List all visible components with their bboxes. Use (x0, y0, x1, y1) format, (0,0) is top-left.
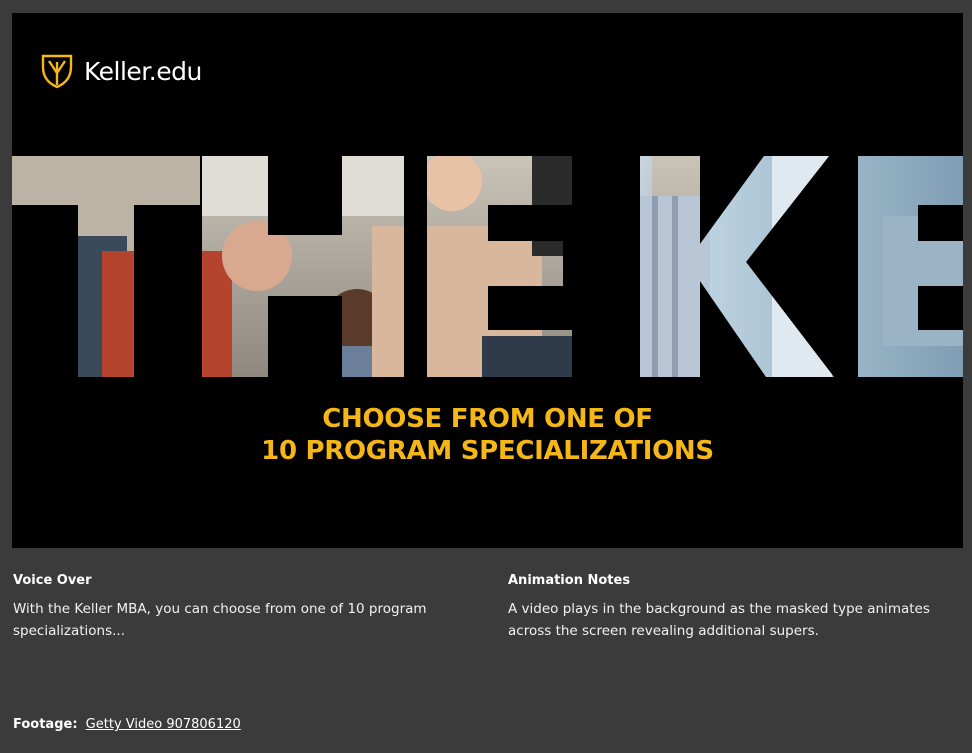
footage-credit: Footage: Getty Video 907806120 (13, 717, 241, 732)
brand-name: Keller.edu (84, 56, 202, 86)
brand-logo: Keller.edu (40, 53, 202, 89)
supers-line-2: 10 PROGRAM SPECIALIZATIONS (261, 436, 714, 466)
keller-shield-icon (40, 53, 74, 89)
voice-over-title: Voice Over (13, 573, 92, 588)
footage-label: Footage: (13, 717, 78, 732)
voice-over-section: Voice Over With the Keller MBA, you can … (13, 573, 473, 642)
video-frame: Keller.edu CHOOSE FROM ONE OF 10 PROGRAM… (12, 13, 963, 548)
animation-notes-body: A video plays in the background as the m… (508, 601, 930, 639)
animation-notes-section: Animation Notes A video plays in the bac… (508, 573, 948, 642)
footage-link[interactable]: Getty Video 907806120 (86, 717, 241, 732)
supers-text: CHOOSE FROM ONE OF 10 PROGRAM SPECIALIZA… (12, 403, 963, 467)
supers-line-1: CHOOSE FROM ONE OF (322, 404, 653, 434)
animation-notes-title: Animation Notes (508, 573, 631, 588)
masked-type-headline (12, 156, 963, 379)
voice-over-body: With the Keller MBA, you can choose from… (13, 601, 427, 639)
